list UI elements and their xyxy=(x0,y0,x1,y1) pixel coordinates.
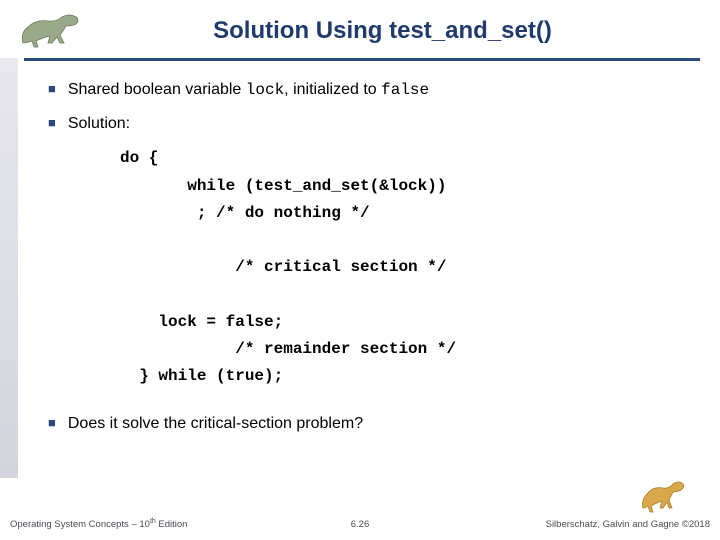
bullet-1: ■ Shared boolean variable lock, initiali… xyxy=(48,78,688,102)
footer: Operating System Concepts – 10th Edition… xyxy=(0,502,720,532)
bullet-3-text: Does it solve the critical-section probl… xyxy=(68,412,688,435)
text-fragment: Shared boolean variable xyxy=(68,81,246,98)
bullet-3: ■ Does it solve the critical-section pro… xyxy=(48,412,688,435)
code-line: } while (true); xyxy=(120,367,283,385)
slide-title: Solution Using test_and_set() xyxy=(105,17,720,45)
bullet-marker: ■ xyxy=(48,414,56,433)
dinosaur-left-icon xyxy=(10,7,105,55)
bullet-1-text: Shared boolean variable lock, initialize… xyxy=(68,78,688,102)
slide: Solution Using test_and_set() ■ Shared b… xyxy=(0,0,720,540)
code-inline: lock xyxy=(246,81,284,99)
bullet-marker: ■ xyxy=(48,114,56,133)
code-block: do { while (test_and_set(&lock)) ; /* do… xyxy=(120,145,688,390)
code-line: /* remainder section */ xyxy=(120,340,456,358)
code-line: /* critical section */ xyxy=(120,258,446,276)
code-line: lock = false; xyxy=(120,313,283,331)
title-rule xyxy=(24,58,700,61)
copyright: Silberschatz, Galvin and Gagne ©2018 xyxy=(546,519,710,530)
content-area: ■ Shared boolean variable lock, initiali… xyxy=(48,78,688,445)
title-row: Solution Using test_and_set() xyxy=(0,4,720,58)
code-line: do { xyxy=(120,149,158,167)
bullet-marker: ■ xyxy=(48,80,56,99)
bullet-2-text: Solution: xyxy=(68,112,688,135)
code-line: while (test_and_set(&lock)) xyxy=(120,177,446,195)
code-inline: false xyxy=(381,81,429,99)
code-line: ; /* do nothing */ xyxy=(120,204,370,222)
sidebar-strip xyxy=(0,58,18,478)
text-fragment: , initialized to xyxy=(284,81,381,98)
bullet-2: ■ Solution: xyxy=(48,112,688,135)
